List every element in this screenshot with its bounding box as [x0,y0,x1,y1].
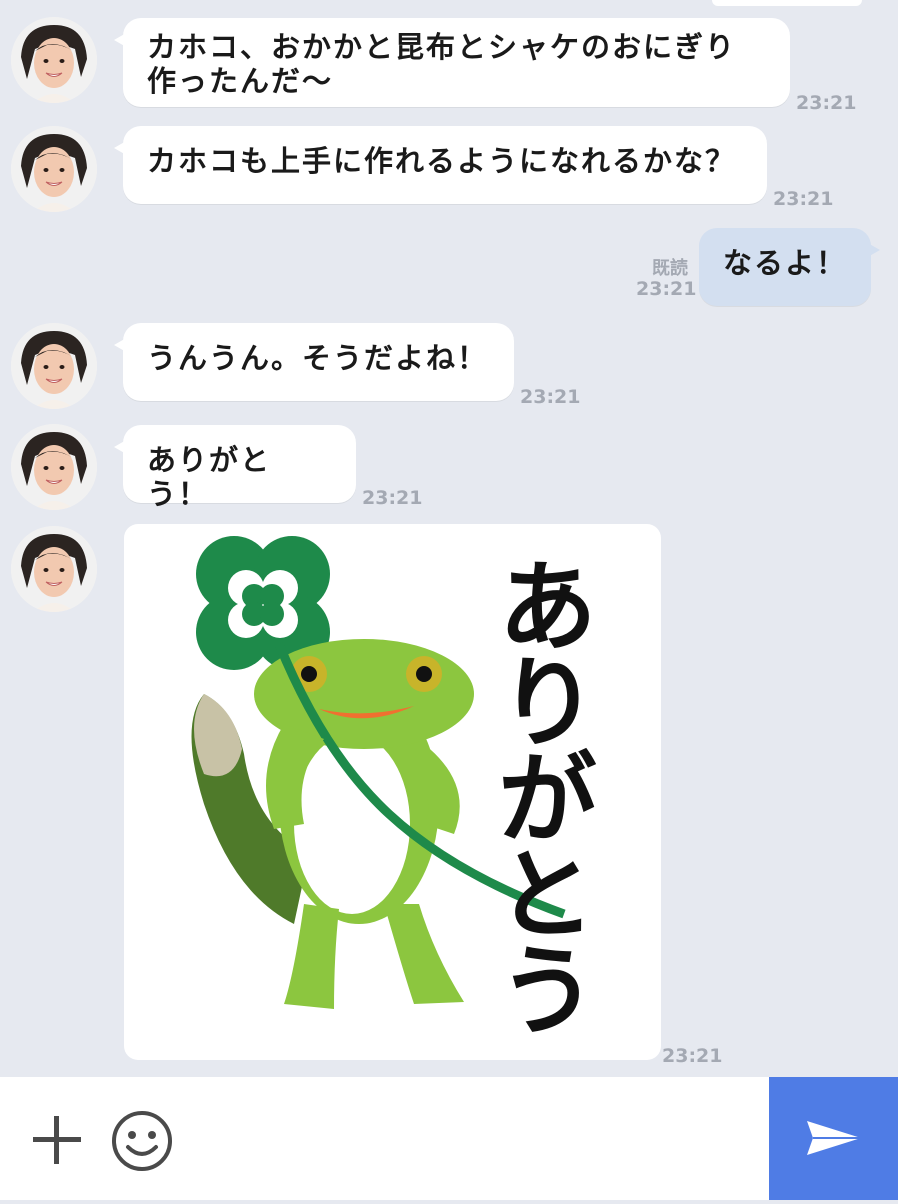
contact-avatar[interactable] [11,323,97,409]
message-bubble[interactable]: うんうん。そうだよね！ [114,323,514,401]
previous-message-edge [712,0,862,6]
message-text: なるよ！ [723,246,848,280]
contact-avatar[interactable] [11,17,97,103]
message-bubble[interactable]: ありがとう！ [114,425,356,511]
message-text: ありがとう！ [147,443,272,511]
message-text: カホコも上手に作れるようになれるかな？ [147,144,737,178]
message-text: うんうん。そうだよね！ [147,341,489,375]
contact-avatar[interactable] [11,424,97,510]
message-input-bar [0,1077,898,1200]
message-time: 23:21 [362,487,423,509]
plus-icon[interactable] [30,1113,84,1167]
message-bubble[interactable]: カホコも上手に作れるようになれるかな？ [114,126,767,204]
smiley-icon[interactable] [110,1109,174,1173]
send-button[interactable] [769,1077,898,1200]
message-time: 23:21 [636,278,697,300]
sticker-caption: ありがとう [480,554,597,1034]
message-time: 23:21 [773,188,834,210]
message-text: カホコ、おかかと昆布とシャケのおにぎり 作ったんだ〜 [147,30,737,98]
message-bubble[interactable]: カホコ、おかかと昆布とシャケのおにぎり 作ったんだ〜 [114,18,790,107]
message-time: 23:21 [520,386,581,408]
chat-area[interactable]: カホコ、おかかと昆布とシャケのおにぎり 作ったんだ〜 23:21 カホコも上手に… [0,0,898,1077]
paper-plane-icon [807,1121,861,1155]
message-bubble-outgoing[interactable]: なるよ！ [699,228,880,306]
sticker-message[interactable]: ありがとう [124,524,661,1060]
message-time: 23:21 [796,92,857,114]
message-time: 23:21 [662,1045,723,1067]
contact-avatar[interactable] [11,526,97,612]
contact-avatar[interactable] [11,126,97,212]
read-receipt: 既読 [652,258,688,279]
